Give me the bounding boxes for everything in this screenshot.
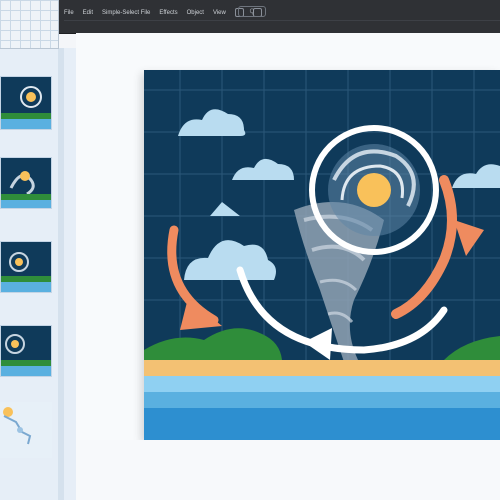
canvas-bottom-area [76, 440, 500, 500]
artboard-illustration[interactable] [144, 70, 500, 440]
design-app: File Edit Simple-Select File Effects Obj… [0, 0, 500, 500]
menu-item-view[interactable]: View [213, 10, 226, 16]
ruler-corner-grid [0, 0, 59, 49]
top-toolbar: File Edit Simple-Select File Effects Obj… [0, 0, 500, 34]
menu-item-file[interactable]: File [64, 10, 74, 16]
search-input[interactable]: Q [238, 6, 266, 17]
thumbnail-1-image [1, 77, 51, 129]
slides-scrollbar[interactable] [58, 48, 64, 500]
menu-item-effects[interactable]: Effects [159, 10, 177, 16]
thumbnail-slide-1[interactable] [0, 76, 52, 130]
thumbnail-4-image [1, 326, 51, 376]
toolbar-divider [64, 20, 500, 21]
thumbnail-slide-2[interactable] [0, 157, 52, 209]
thumbnail-slide-4[interactable] [0, 325, 52, 377]
menu-item-select[interactable]: Simple-Select File [102, 10, 150, 16]
thumbnail-slide-5[interactable] [0, 402, 52, 458]
sun-icon [357, 173, 391, 207]
tornado-illustration [144, 70, 500, 440]
menu-item-edit[interactable]: Edit [83, 10, 93, 16]
menu-item-object[interactable]: Object [187, 10, 204, 16]
thumbnail-3-image [1, 242, 51, 292]
thumbnail-2-image [1, 158, 51, 208]
storm-swirl [309, 125, 439, 255]
thumbnail-5-image [0, 402, 52, 458]
thumbnail-slide-3[interactable] [0, 241, 52, 293]
menu-bar: File Edit Simple-Select File Effects Obj… [64, 8, 262, 17]
